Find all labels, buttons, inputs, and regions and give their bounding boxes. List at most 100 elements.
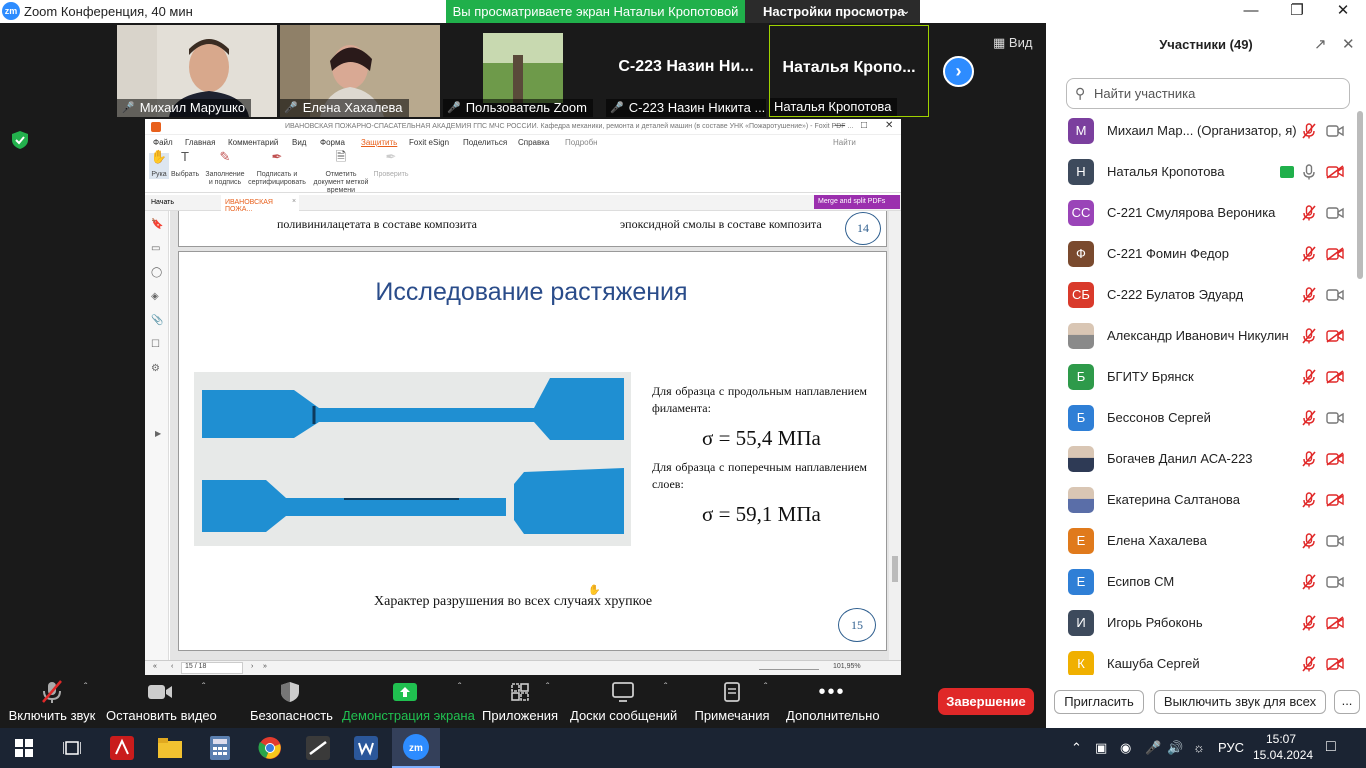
prev-page-button[interactable]: ‹ (171, 663, 173, 670)
mic-muted-icon[interactable] (1302, 574, 1316, 590)
whiteboards-button[interactable]: Доски сообщений ˆ (570, 676, 677, 728)
participant-row[interactable]: Е Елена Хахалева (1046, 521, 1354, 562)
mic-muted-icon[interactable] (1302, 123, 1316, 139)
tray-chevron-up-icon[interactable]: ⌃ (1071, 740, 1082, 756)
participant-row[interactable]: Е Есипов СМ (1046, 562, 1354, 603)
mic-muted-icon[interactable] (1302, 656, 1316, 672)
camera-off-icon[interactable] (1326, 165, 1344, 179)
foxit-maximize-button[interactable]: □ (861, 120, 867, 131)
restore-button[interactable]: ❐ (1274, 0, 1320, 23)
acrobat-app-icon[interactable] (98, 728, 146, 768)
menu-share[interactable]: Поделиться (463, 138, 507, 147)
tray-wifi-icon[interactable]: ☼ (1193, 740, 1205, 755)
camera-off-icon[interactable] (1326, 493, 1344, 507)
stop-video-button[interactable]: Остановить видео ˆ (106, 676, 217, 728)
foxit-minimize-button[interactable]: — (835, 120, 845, 131)
menu-comment[interactable]: Комментарий (228, 138, 278, 147)
participant-row[interactable]: Александр Иванович Никулин (1046, 316, 1354, 357)
stamp-icon[interactable]: ⚙ (151, 363, 160, 374)
clock-date[interactable]: 15.04.2024 (1253, 748, 1313, 762)
zoom-slider[interactable] (759, 669, 819, 670)
validate-button[interactable]: ✒ Проверить (373, 150, 409, 179)
mic-icon[interactable] (1302, 164, 1316, 180)
chevron-up-icon[interactable]: ˆ (458, 682, 461, 693)
pages-icon[interactable]: ▭ (151, 243, 160, 254)
camera-icon[interactable] (1326, 411, 1344, 425)
timestamp-button[interactable]: 🗎 Отметить документ меткой времени (311, 150, 371, 195)
mic-muted-icon[interactable] (1302, 533, 1316, 549)
menu-help[interactable]: Справка (518, 138, 549, 147)
participant-row[interactable]: Екатерина Салтанова (1046, 480, 1354, 521)
camera-off-icon[interactable] (1326, 329, 1344, 343)
menu-file[interactable]: Файл (153, 138, 173, 147)
minimize-button[interactable]: — (1228, 0, 1274, 23)
last-page-button[interactable]: » (263, 663, 267, 670)
popout-icon[interactable]: ↗ (1314, 35, 1327, 53)
foxit-close-button[interactable]: ✕ (885, 120, 893, 131)
next-page-button[interactable]: › (251, 663, 253, 670)
view-settings-button[interactable]: Настройки просмотра ⌄ (745, 0, 920, 23)
chrome-icon[interactable] (246, 728, 294, 768)
notes-button[interactable]: Примечания ˆ (692, 676, 772, 728)
unmute-button[interactable]: Включить звук ˆ (8, 676, 96, 728)
participant-row[interactable]: К Кашуба Сергей (1046, 644, 1354, 675)
video-tile[interactable]: 🎤 Пользователь Zoom (443, 25, 603, 117)
page-number-field[interactable]: 15 / 18 (181, 662, 243, 674)
camera-off-icon[interactable] (1326, 370, 1344, 384)
menu-view[interactable]: Вид (292, 138, 306, 147)
mic-muted-icon[interactable] (1302, 451, 1316, 467)
participant-row[interactable]: СС С-221 Смулярова Вероника (1046, 193, 1354, 234)
camera-off-icon[interactable] (1326, 452, 1344, 466)
tab-document[interactable]: ИВАНОВСКАЯ ПОЖА... (221, 195, 299, 213)
mic-muted-icon[interactable] (1302, 369, 1316, 385)
mic-muted-icon[interactable] (1302, 287, 1316, 303)
notifications-icon[interactable]: □ (1326, 738, 1336, 756)
windows-start-icon[interactable] (0, 728, 48, 768)
foxit-find-field[interactable]: Найти (833, 138, 856, 147)
video-tile-active-speaker[interactable]: Наталья Кропо... Наталья Кропотова (769, 25, 929, 117)
mic-muted-icon[interactable] (1302, 492, 1316, 508)
chevron-up-icon[interactable]: ˆ (84, 682, 87, 693)
apps-button[interactable]: Приложения ˆ (482, 676, 558, 728)
camera-off-icon[interactable] (1326, 657, 1344, 671)
video-tile[interactable]: 🎤 Елена Хахалева (280, 25, 440, 117)
view-button[interactable]: ▦ Вид (993, 35, 1032, 51)
attachment-icon[interactable]: 📎 (151, 315, 163, 326)
word-icon[interactable] (342, 728, 390, 768)
lock-icon[interactable]: ☐ (151, 339, 160, 350)
keyboard-language[interactable]: РУС (1218, 740, 1244, 755)
menu-protect[interactable]: Защитить (361, 138, 397, 147)
participant-row[interactable]: Ф С-221 Фомин Федор (1046, 234, 1354, 275)
invite-button[interactable]: Пригласить (1054, 690, 1144, 714)
chevron-up-icon[interactable]: ˆ (664, 682, 667, 693)
next-page-arrow-icon[interactable]: › (943, 56, 974, 87)
video-tile[interactable]: С-223 Назин Ни... 🎤 С-223 Назин Никита ..… (606, 25, 766, 117)
merge-split-button[interactable]: Merge and split PDFs (814, 195, 900, 209)
chevron-up-icon[interactable]: ˆ (764, 682, 767, 693)
camera-icon[interactable] (1326, 124, 1344, 138)
expand-panel-icon[interactable]: ▶ (155, 429, 161, 438)
menu-form[interactable]: Форма (320, 138, 345, 147)
pdf-document-view[interactable]: поливинилацетата в составе композита эпо… (170, 211, 889, 660)
tab-start[interactable]: Начать (151, 199, 219, 206)
mute-all-button[interactable]: Выключить звук для всех (1154, 690, 1326, 714)
menu-tell-me[interactable]: Подробн (565, 138, 598, 147)
chevron-up-icon[interactable]: ˆ (202, 682, 205, 693)
fill-sign-button[interactable]: ✎ Заполнение и подпись (205, 150, 245, 187)
tray-speaker-icon[interactable]: 🔊 (1167, 740, 1183, 756)
comment-icon[interactable]: ◯ (151, 267, 162, 278)
encryption-shield-icon[interactable] (11, 130, 29, 150)
close-button[interactable]: ✕ (1320, 0, 1366, 23)
clock-time[interactable]: 15:07 (1266, 732, 1296, 746)
participants-scrollbar[interactable] (1357, 111, 1363, 279)
participant-row[interactable]: Богачев Данил АСА-223 (1046, 439, 1354, 480)
camera-off-icon[interactable] (1326, 616, 1344, 630)
mic-muted-icon[interactable] (1302, 205, 1316, 221)
menu-esign[interactable]: Foxit eSign (409, 138, 449, 147)
select-tool-button[interactable]: T Выбрать (171, 150, 199, 179)
tray-mic-icon[interactable]: 🎤 (1145, 740, 1161, 756)
camera-icon[interactable] (1326, 534, 1344, 548)
mic-muted-icon[interactable] (1302, 246, 1316, 262)
zoom-taskbar-icon[interactable]: zm (392, 728, 440, 768)
participant-row[interactable]: М Михаил Мар... (Организатор, я) (1046, 111, 1354, 152)
